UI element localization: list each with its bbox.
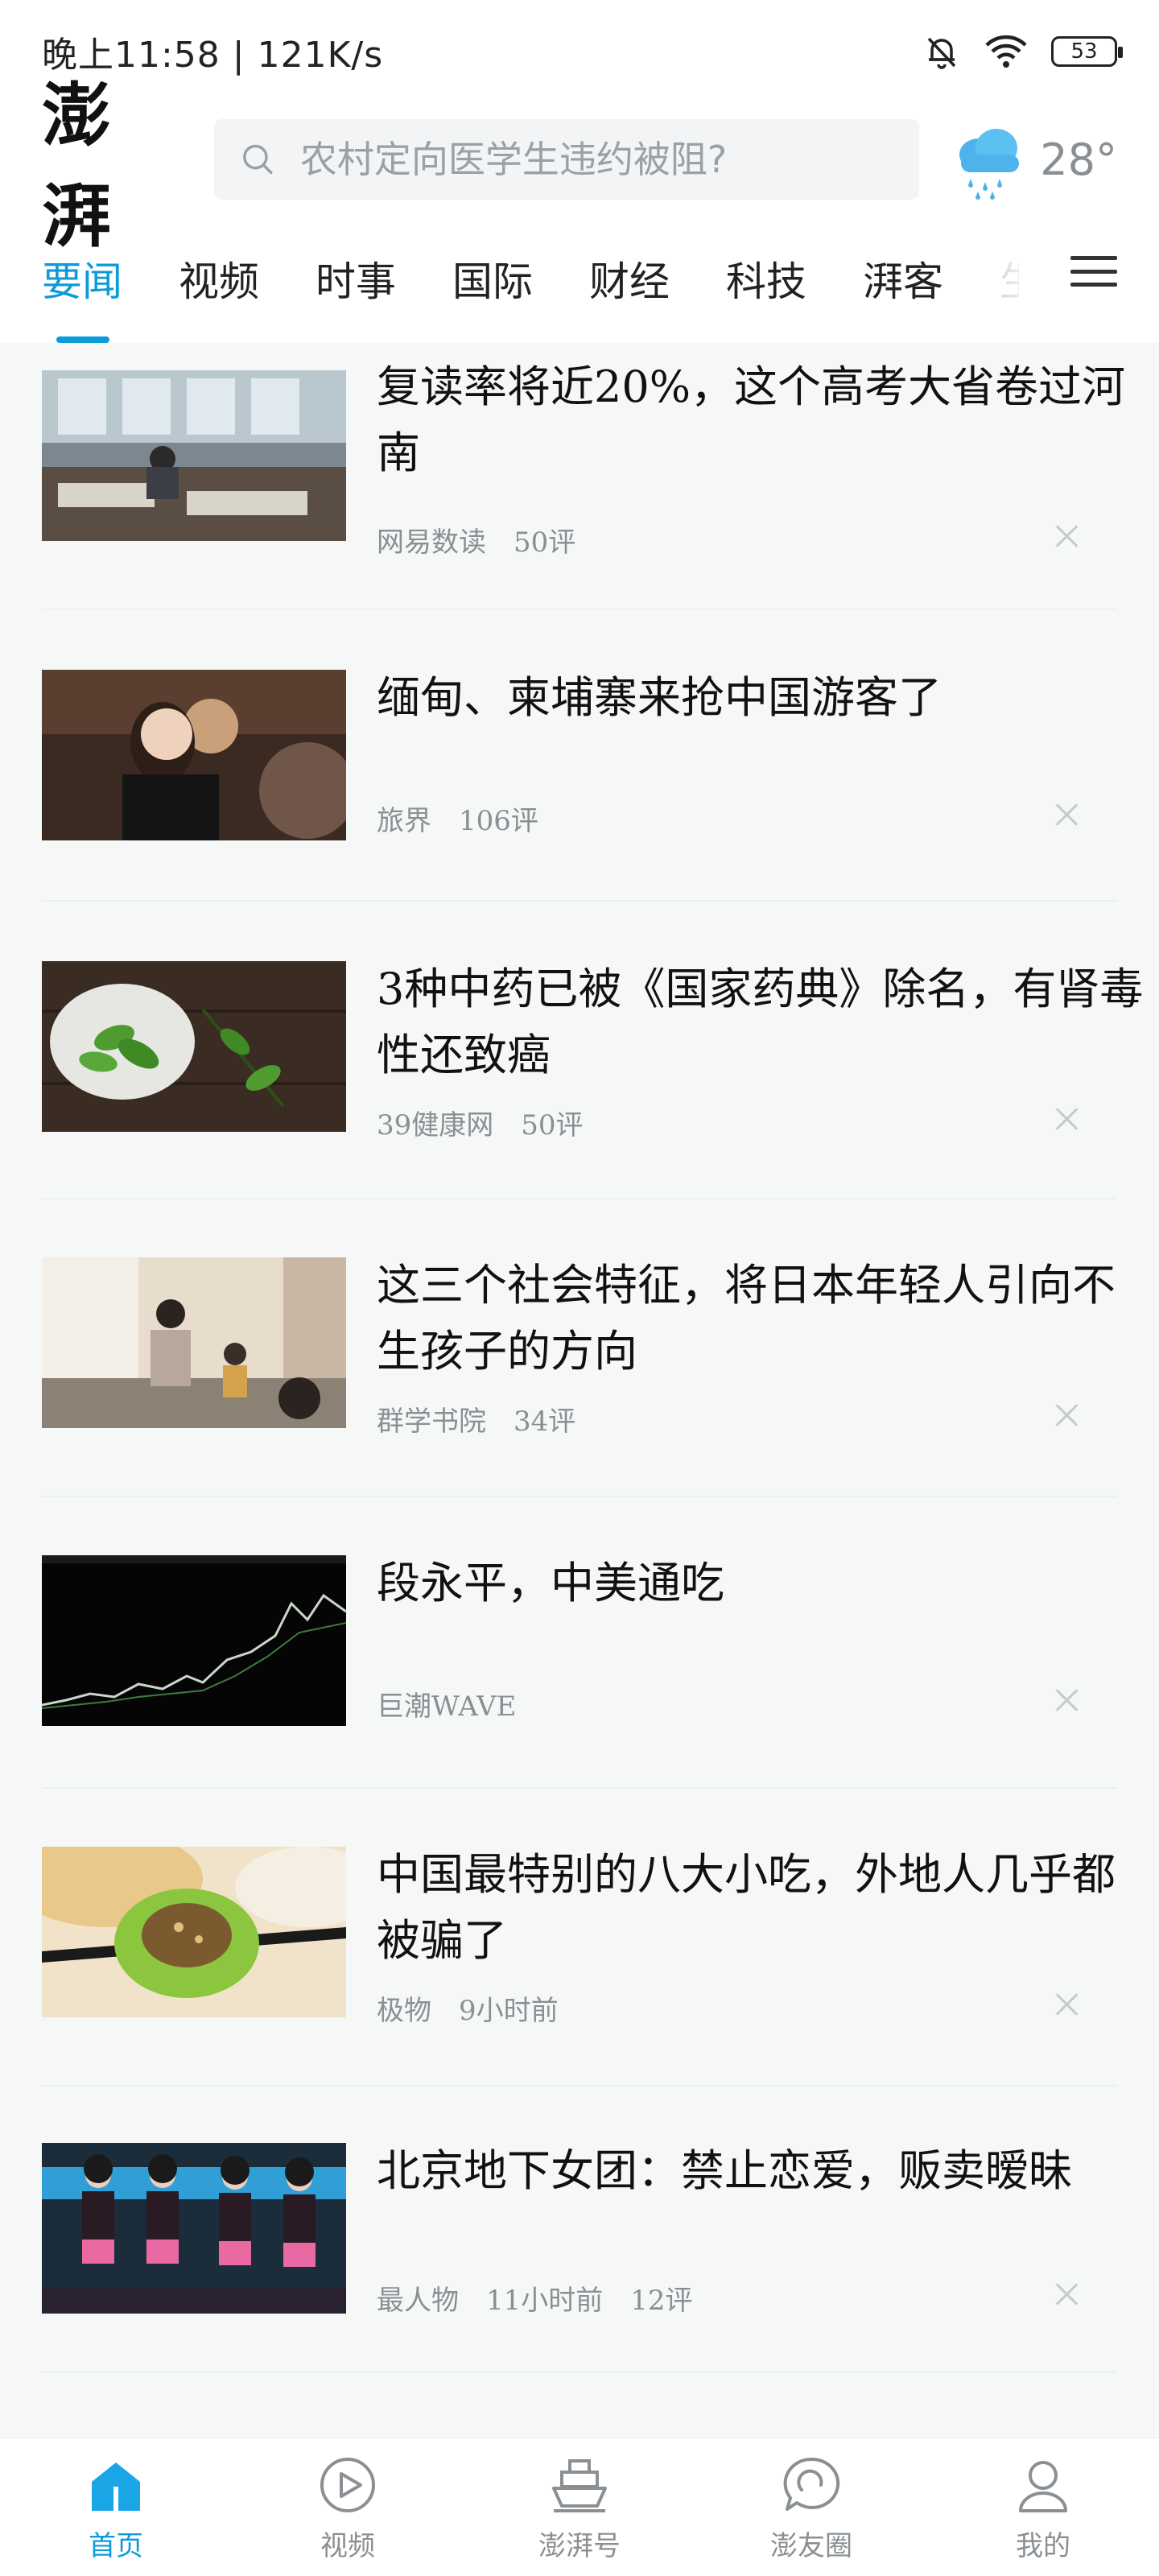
news-meta: 旅界 106评 <box>377 799 538 838</box>
mute-bell-icon <box>927 37 956 69</box>
divider <box>42 2085 1117 2087</box>
divider <box>42 2372 1117 2373</box>
chat-bubble-icon <box>783 2457 840 2511</box>
battery-level: 53 <box>1070 39 1098 64</box>
herb-leaves-photo <box>42 961 346 1132</box>
news-title[interactable]: 北京地下女团：禁止恋爱，贩卖暧昧 <box>377 2138 1149 2204</box>
dumpling-photo <box>42 1847 346 2017</box>
girl-group-photo <box>42 2143 346 2314</box>
nav-mine[interactable]: 我的 <box>927 2438 1159 2576</box>
news-feed[interactable]: 复读率将近20%，这个高考大省卷过河南 网易数读 50评 缅甸、柬埔寨来抢中国游… <box>0 343 1159 2438</box>
news-meta: 39健康网 50评 <box>377 1103 584 1142</box>
news-meta: 网易数读 50评 <box>377 520 575 559</box>
tab-yaowen[interactable]: 要闻 <box>42 233 122 343</box>
status-icons: 53 <box>922 32 1123 71</box>
person-icon <box>1019 2461 1067 2512</box>
tab-international[interactable]: 国际 <box>452 233 533 343</box>
divider <box>42 1496 1117 1497</box>
search-bar[interactable] <box>214 119 920 200</box>
nav-pengyou-quan[interactable]: 澎友圈 <box>695 2438 927 2576</box>
divider <box>42 1198 1117 1199</box>
dismiss-icon[interactable] <box>1053 1104 1082 1133</box>
news-comments: 12评 <box>630 2285 693 2317</box>
news-comments: 50评 <box>521 1109 584 1141</box>
nav-label: 视频 <box>320 2530 375 2562</box>
weather-temperature: 28° <box>1040 134 1117 185</box>
news-source: 39健康网 <box>377 1109 494 1141</box>
nav-label: 我的 <box>1016 2530 1070 2562</box>
news-item[interactable]: 缅甸、柬埔寨来抢中国游客了 旅界 106评 <box>42 670 1117 968</box>
nav-label: 澎友圈 <box>770 2530 852 2562</box>
nav-home[interactable]: 首页 <box>0 2438 232 2576</box>
news-item[interactable]: 段永平，中美通吃 巨潮WAVE <box>42 1555 1117 1853</box>
ship-icon <box>552 2459 607 2512</box>
news-source: 巨潮WAVE <box>377 1690 517 1723</box>
news-time: 11小时前 <box>486 2285 604 2317</box>
news-title[interactable]: 复读率将近20%，这个高考大省卷过河南 <box>377 354 1149 486</box>
tab-current-affairs[interactable]: 时事 <box>316 233 396 343</box>
news-title[interactable]: 3种中药已被《国家药典》除名，有肾毒性还致癌 <box>377 956 1149 1088</box>
news-meta: 最人物 11小时前 12评 <box>377 2278 693 2318</box>
news-comments: 106评 <box>459 805 538 837</box>
nav-pengpai-hao[interactable]: 澎湃号 <box>464 2438 695 2576</box>
news-meta: 极物 9小时前 <box>377 1988 559 2028</box>
news-item[interactable]: 中国最特别的八大小吃，外地人几乎都被骗了 极物 9小时前 <box>42 1847 1117 2145</box>
category-tabs: 要闻 视频 时事 国际 财经 科技 湃客 生 <box>0 233 1159 343</box>
tab-tech[interactable]: 科技 <box>726 233 806 343</box>
family-photo <box>42 1257 346 1428</box>
news-source: 旅界 <box>377 805 431 837</box>
nav-label: 首页 <box>89 2530 143 2562</box>
play-icon <box>320 2458 375 2512</box>
tabs-fade-overlay <box>974 233 1062 330</box>
divider <box>42 1787 1117 1789</box>
stock-chart-photo <box>42 1555 346 1726</box>
news-source: 极物 <box>377 1995 431 2027</box>
news-meta: 群学书院 34评 <box>377 1399 575 1439</box>
tab-finance[interactable]: 财经 <box>589 233 670 343</box>
news-item[interactable]: 复读率将近20%，这个高考大省卷过河南 网易数读 50评 <box>42 361 1125 668</box>
search-input[interactable] <box>299 138 894 181</box>
women-photo <box>42 670 346 840</box>
news-item[interactable]: 这三个社会特征，将日本年轻人引向不生孩子的方向 群学书院 34评 <box>42 1257 1117 1555</box>
dismiss-icon[interactable] <box>1053 2280 1082 2309</box>
app-header: 澎湃 28° <box>0 75 1159 257</box>
news-source: 群学书院 <box>377 1406 486 1438</box>
news-item[interactable]: 北京地下女团：禁止恋爱，贩卖暧昧 最人物 11小时前 12评 <box>42 2143 1117 2438</box>
tab-video[interactable]: 视频 <box>179 233 259 343</box>
divider <box>42 900 1117 902</box>
news-title[interactable]: 段永平，中美通吃 <box>377 1550 1149 1616</box>
tab-paike[interactable]: 湃客 <box>863 233 943 343</box>
app-logo[interactable]: 澎湃 <box>42 59 182 260</box>
news-title[interactable]: 中国最特别的八大小吃，外地人几乎都被骗了 <box>377 1842 1149 1974</box>
bottom-navigation: 首页 视频 澎湃号 澎友圈 我的 <box>0 2438 1159 2576</box>
channel-menu-icon[interactable] <box>1070 251 1117 291</box>
nav-label: 澎湃号 <box>538 2530 621 2562</box>
dismiss-icon[interactable] <box>1053 1686 1082 1715</box>
news-title[interactable]: 缅甸、柬埔寨来抢中国游客了 <box>377 665 1149 731</box>
classroom-photo <box>42 370 346 541</box>
news-meta: 巨潮WAVE <box>377 1684 517 1724</box>
home-icon <box>92 2462 140 2511</box>
dismiss-icon[interactable] <box>1053 1401 1082 1430</box>
battery-indicator: 53 <box>1051 36 1123 67</box>
news-title[interactable]: 这三个社会特征，将日本年轻人引向不生孩子的方向 <box>377 1253 1149 1385</box>
wifi-icon <box>985 35 1027 68</box>
rain-cloud-icon <box>959 129 1020 200</box>
search-icon <box>243 144 273 175</box>
news-comments: 50评 <box>514 526 576 559</box>
divider <box>42 609 1117 610</box>
news-item[interactable]: 3种中药已被《国家药典》除名，有肾毒性还致癌 39健康网 50评 <box>42 961 1143 1259</box>
news-time: 9小时前 <box>459 1995 559 2027</box>
dismiss-icon[interactable] <box>1053 1990 1082 2019</box>
news-source: 网易数读 <box>377 526 486 559</box>
weather-widget[interactable]: 28° <box>950 119 1117 200</box>
news-source: 最人物 <box>377 2285 459 2317</box>
dismiss-icon[interactable] <box>1053 800 1082 829</box>
nav-video[interactable]: 视频 <box>232 2438 464 2576</box>
dismiss-icon[interactable] <box>1053 522 1082 551</box>
news-comments: 34评 <box>514 1406 576 1438</box>
